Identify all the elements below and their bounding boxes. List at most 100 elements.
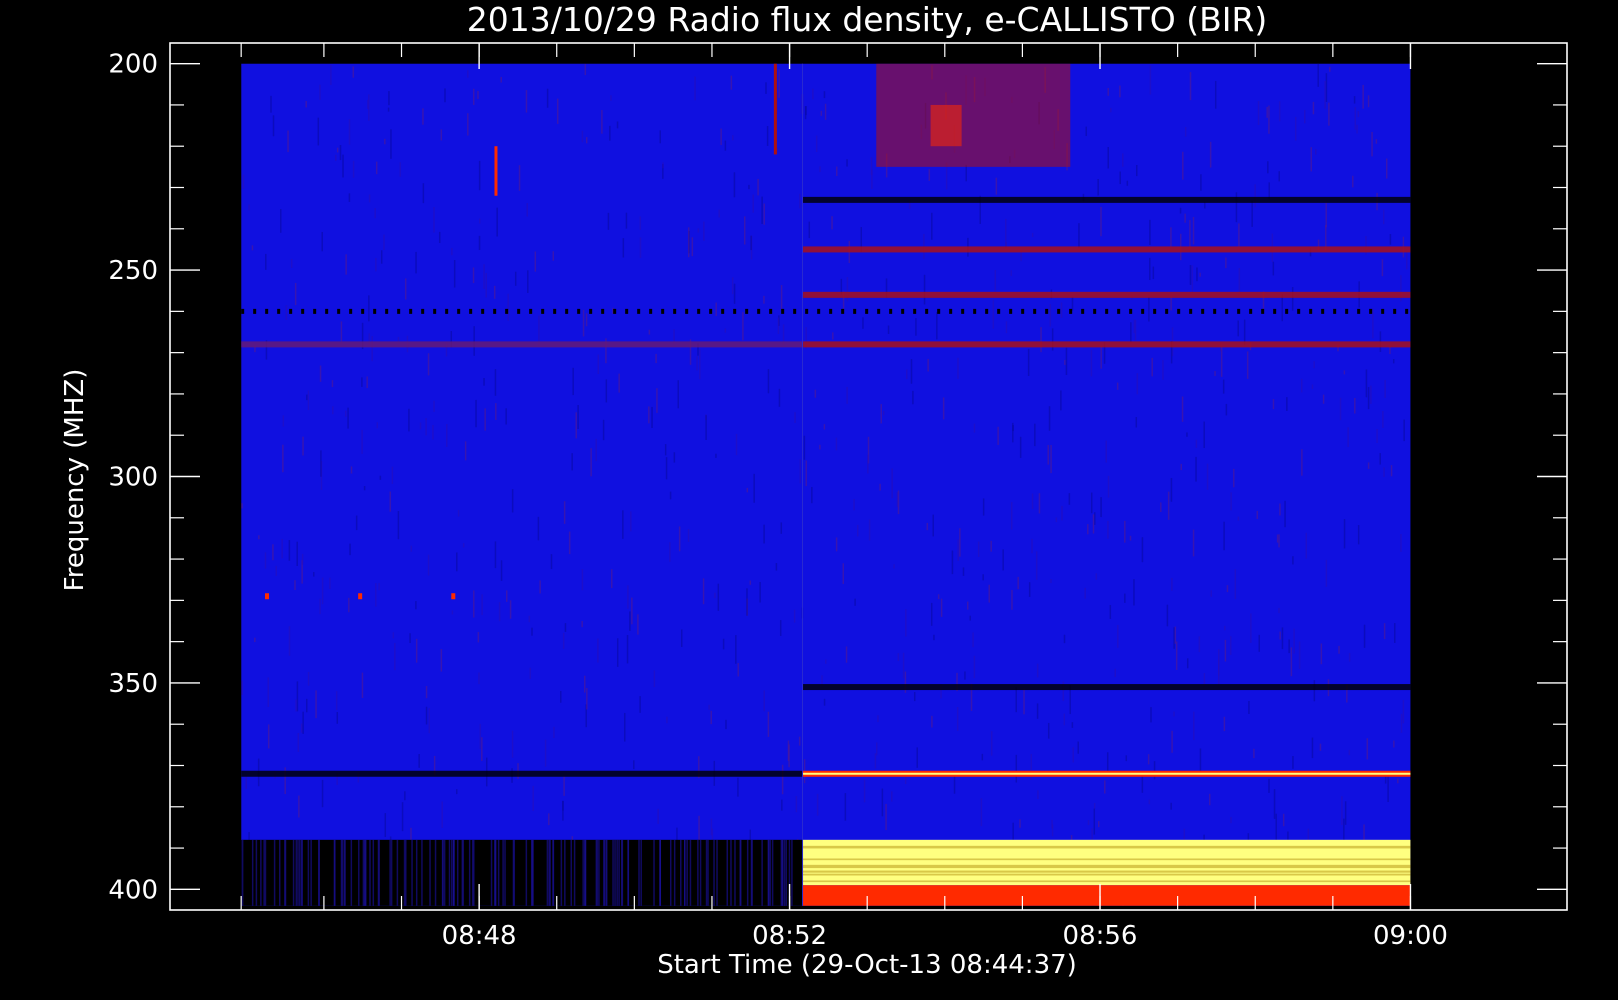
noise-streak bbox=[819, 166, 821, 173]
noise-streak bbox=[1175, 641, 1178, 670]
band-texture bbox=[415, 839, 418, 906]
noise-streak bbox=[264, 552, 267, 569]
noise-streak bbox=[1367, 387, 1370, 410]
noise-streak bbox=[415, 601, 417, 610]
noise-streak bbox=[990, 731, 993, 756]
noise-streak bbox=[296, 541, 298, 567]
noise-streak bbox=[718, 209, 720, 218]
noise-streak bbox=[446, 424, 448, 447]
noise-streak bbox=[957, 539, 959, 561]
noise-streak bbox=[595, 438, 597, 462]
noise-streak bbox=[1040, 327, 1042, 353]
noise-streak bbox=[777, 317, 780, 334]
noise-streak bbox=[798, 736, 801, 746]
noise-streak bbox=[1385, 158, 1388, 179]
noise-streak bbox=[473, 590, 475, 618]
noise-streak bbox=[664, 444, 667, 456]
band-texture bbox=[616, 839, 618, 906]
noise-streak bbox=[737, 777, 739, 797]
noise-streak bbox=[803, 435, 806, 460]
noise-streak bbox=[422, 108, 424, 125]
noise-streak bbox=[597, 638, 599, 663]
band-texture bbox=[802, 870, 1411, 873]
noise-streak bbox=[997, 426, 999, 445]
band-texture bbox=[389, 839, 391, 906]
noise-streak bbox=[1392, 359, 1395, 364]
noise-streak bbox=[562, 632, 565, 649]
noise-streak bbox=[457, 509, 460, 517]
noise-streak bbox=[245, 774, 247, 790]
noise-streak bbox=[404, 791, 406, 801]
noise-streak bbox=[1015, 754, 1018, 783]
band-texture bbox=[318, 839, 320, 906]
band-texture bbox=[783, 839, 786, 906]
noise-streak bbox=[776, 147, 779, 154]
noise-streak bbox=[1027, 348, 1030, 377]
noise-streak bbox=[868, 519, 871, 541]
band-texture bbox=[546, 839, 549, 906]
noise-streak bbox=[931, 212, 933, 240]
band-texture bbox=[791, 839, 793, 906]
band-texture bbox=[584, 839, 587, 906]
noise-streak bbox=[1011, 589, 1013, 610]
noise-streak bbox=[874, 753, 877, 769]
band-texture bbox=[716, 839, 718, 906]
noise-streak bbox=[552, 251, 555, 261]
noise-streak bbox=[1292, 756, 1294, 769]
noise-streak bbox=[367, 99, 369, 109]
noise-streak bbox=[1148, 799, 1151, 805]
noise-streak bbox=[1322, 394, 1325, 404]
noise-streak bbox=[669, 491, 672, 500]
noise-streak bbox=[1389, 233, 1392, 245]
noise-streak bbox=[415, 251, 417, 274]
spectrogram-image bbox=[241, 63, 1411, 906]
noise-streak bbox=[339, 144, 342, 161]
noise-streak bbox=[1092, 514, 1095, 534]
band-texture bbox=[494, 839, 496, 906]
noise-streak bbox=[1147, 754, 1150, 765]
noise-streak bbox=[657, 808, 659, 824]
noise-streak bbox=[305, 101, 307, 108]
band-texture bbox=[767, 839, 770, 906]
spectrogram-chart: 2013/10/29 Radio flux density, e-CALLIST… bbox=[0, 0, 1618, 1000]
noise-streak bbox=[1199, 272, 1201, 277]
y-tick-label: 350 bbox=[108, 669, 158, 699]
noise-streak bbox=[933, 634, 935, 641]
band-texture bbox=[689, 839, 692, 906]
noise-streak bbox=[546, 88, 549, 108]
noise-streak bbox=[1191, 265, 1194, 293]
noise-streak bbox=[1017, 576, 1019, 590]
noise-streak bbox=[1254, 184, 1256, 208]
noise-streak bbox=[799, 459, 802, 484]
noise-streak bbox=[1384, 379, 1386, 398]
noise-streak bbox=[1376, 429, 1378, 443]
x-tick-label: 09:00 bbox=[1373, 921, 1448, 951]
noise-streak bbox=[1090, 350, 1093, 377]
noise-streak bbox=[511, 489, 514, 513]
noise-streak bbox=[306, 394, 308, 401]
noise-streak bbox=[496, 207, 498, 237]
noise-streak bbox=[831, 216, 833, 230]
noise-streak bbox=[1278, 101, 1281, 122]
noise-streak bbox=[404, 278, 407, 300]
band-texture bbox=[273, 839, 276, 906]
noise-streak bbox=[753, 473, 755, 503]
x-axis-label: Start Time (29-Oct-13 08:44:37) bbox=[657, 950, 1077, 980]
noise-streak bbox=[1220, 346, 1223, 377]
noise-streak bbox=[1167, 491, 1170, 520]
band-texture bbox=[726, 839, 728, 906]
noise-streak bbox=[432, 425, 434, 440]
noise-streak bbox=[699, 349, 701, 380]
band-texture bbox=[780, 839, 783, 906]
noise-streak bbox=[994, 270, 997, 292]
noise-streak bbox=[836, 166, 838, 176]
band-texture bbox=[697, 839, 699, 906]
noise-streak bbox=[301, 553, 304, 565]
band-texture bbox=[502, 839, 504, 906]
noise-streak bbox=[302, 711, 304, 734]
noise-streak bbox=[320, 450, 322, 477]
noise-streak bbox=[1124, 593, 1126, 603]
noise-streak bbox=[1250, 613, 1252, 643]
noise-streak bbox=[422, 183, 425, 204]
y-tick-label: 250 bbox=[108, 256, 158, 286]
